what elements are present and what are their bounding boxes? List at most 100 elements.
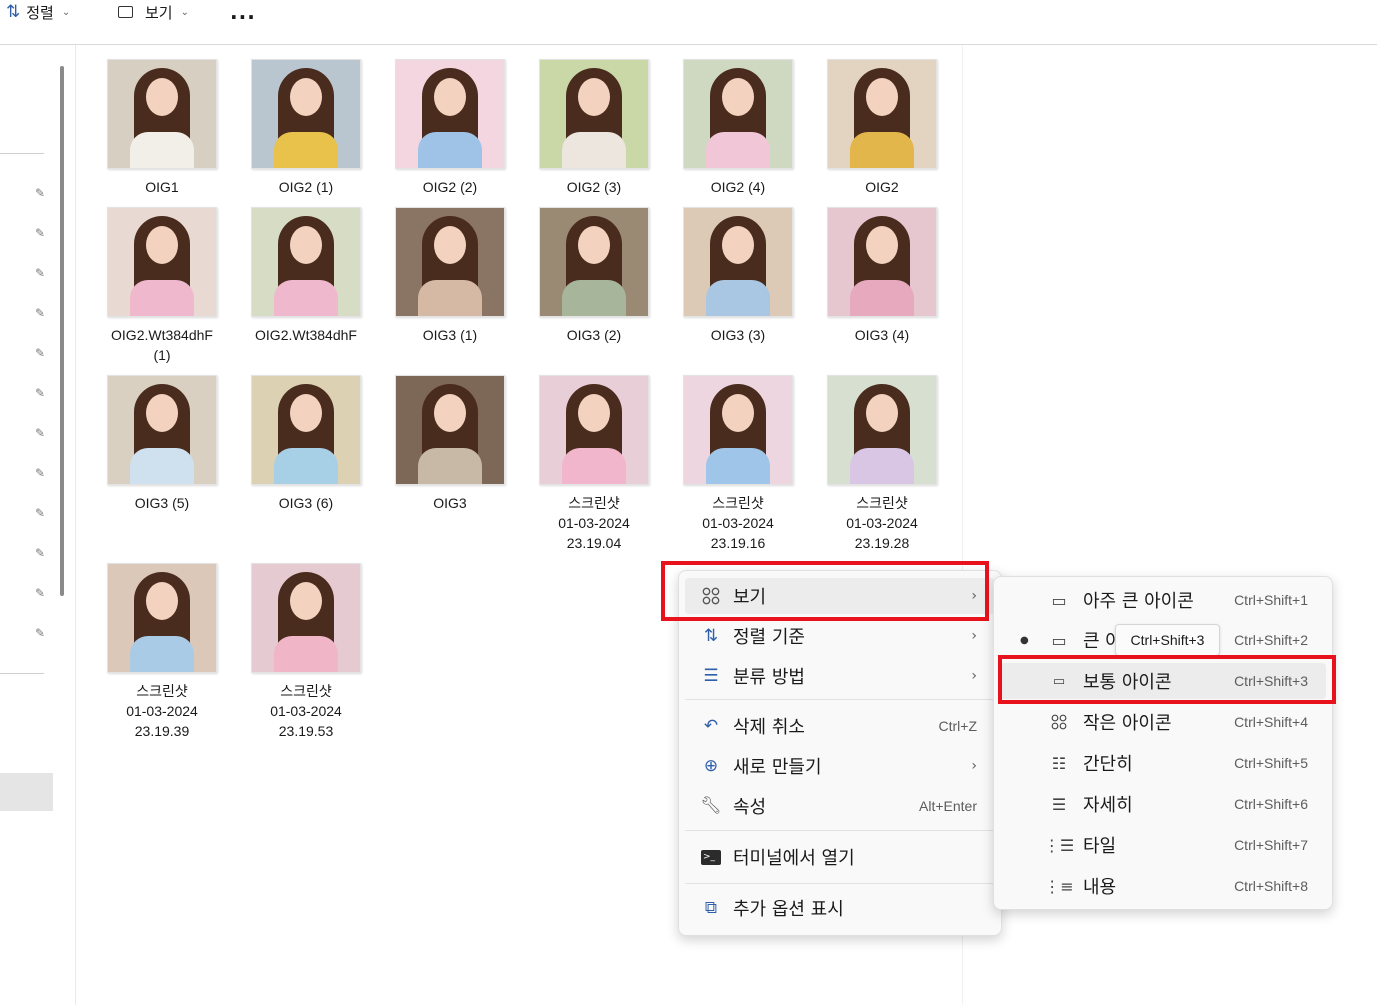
- thumbnail-outfit: [850, 448, 914, 484]
- file-name: OIG2.Wt384dhF (1): [111, 327, 213, 363]
- menu-item-label: 추가 옵션 표시: [733, 899, 844, 920]
- file-name: OIG2 (4): [710, 179, 766, 195]
- submenu-item-label: 타일: [1083, 836, 1117, 857]
- file-item[interactable]: OIG2.Wt384dhF (1): [102, 207, 222, 365]
- file-name: OIG1: [145, 179, 179, 195]
- thumbnail-outfit: [274, 280, 338, 316]
- thumbnail-outfit: [274, 132, 338, 168]
- file-item[interactable]: OIG3 (3): [678, 207, 798, 345]
- menu-divider: [685, 883, 995, 884]
- thumbnail-outfit: [130, 636, 194, 672]
- file-item[interactable]: OIG3 (6): [246, 375, 366, 513]
- menu-item-open-terminal[interactable]: >_ 터미널에서 열기: [685, 839, 995, 875]
- file-item[interactable]: OIG2 (1): [246, 59, 366, 197]
- file-item[interactable]: 스크린샷 01-03-2024 23.19.16: [678, 375, 798, 553]
- nav-divider: [0, 153, 44, 154]
- file-item[interactable]: 스크린샷 01-03-2024 23.19.53: [246, 563, 366, 741]
- pin-icon[interactable]: ✎: [35, 266, 47, 280]
- menu-item-show-more[interactable]: ⧉ 추가 옵션 표시: [685, 890, 995, 926]
- pin-icon[interactable]: ✎: [35, 306, 47, 320]
- file-name: 스크린샷 01-03-2024 23.19.16: [702, 495, 774, 551]
- details-icon: ☰: [1051, 794, 1067, 814]
- thumbnail-outfit: [130, 280, 194, 316]
- file-item[interactable]: OIG2 (3): [534, 59, 654, 197]
- pin-icon[interactable]: ✎: [35, 586, 47, 600]
- file-item[interactable]: OIG3: [390, 375, 510, 513]
- more-options-button[interactable]: ...: [230, 0, 256, 24]
- add-circle-icon: ⊕: [703, 756, 719, 776]
- file-thumbnail: [827, 207, 937, 317]
- submenu-item-details[interactable]: ☰ 자세히 Ctrl+Shift+6: [1000, 786, 1326, 822]
- pin-icon[interactable]: ✎: [35, 546, 47, 560]
- pin-icon[interactable]: ✎: [35, 466, 47, 480]
- submenu-item-small-icons[interactable]: 작은 아이콘 Ctrl+Shift+4: [1000, 704, 1326, 740]
- nav-scrollbar[interactable]: [60, 66, 64, 596]
- submenu-item-extra-large-icons[interactable]: ▭ 아주 큰 아이콘 Ctrl+Shift+1: [1000, 582, 1326, 618]
- nav-selected-item[interactable]: [0, 773, 53, 811]
- pin-icon[interactable]: ✎: [35, 386, 47, 400]
- thumbnail-face: [578, 78, 610, 116]
- menu-item-new[interactable]: ⊕ 새로 만들기 ›: [685, 748, 995, 784]
- file-item[interactable]: OIG3 (2): [534, 207, 654, 345]
- file-thumbnail: [539, 207, 649, 317]
- thumbnail-face: [290, 394, 322, 432]
- submenu-item-tiles[interactable]: ⋮☰ 타일 Ctrl+Shift+7: [1000, 827, 1326, 863]
- pin-icon[interactable]: ✎: [35, 626, 47, 640]
- highlight-box-view: [661, 561, 989, 621]
- file-item[interactable]: 스크린샷 01-03-2024 23.19.04: [534, 375, 654, 553]
- submenu-item-list[interactable]: ☷ 간단히 Ctrl+Shift+5: [1000, 745, 1326, 781]
- menu-item-label: 터미널에서 열기: [733, 848, 855, 869]
- pin-icon[interactable]: ✎: [35, 506, 47, 520]
- navigation-pane: ✎ ✎ ✎ ✎ ✎ ✎ ✎ ✎ ✎ ✎ ✎ ✎: [0, 45, 53, 1005]
- file-thumbnail: [251, 563, 361, 673]
- submenu-item-label: 아주 큰 아이콘: [1083, 591, 1194, 612]
- file-name: 스크린샷 01-03-2024 23.19.39: [126, 683, 198, 739]
- file-item[interactable]: OIG2 (2): [390, 59, 510, 197]
- menu-item-undo[interactable]: ↶ 삭제 취소 Ctrl+Z: [685, 708, 995, 744]
- highlight-box-medium-icons: [998, 655, 1336, 704]
- pin-icon[interactable]: ✎: [35, 186, 47, 200]
- chevron-right-icon: ›: [971, 668, 977, 684]
- file-name: 스크린샷 01-03-2024 23.19.28: [846, 495, 918, 551]
- monitor-icon: ▭: [1051, 630, 1067, 650]
- pin-icon[interactable]: ✎: [35, 346, 47, 360]
- chevron-right-icon: ›: [971, 628, 977, 644]
- file-name: OIG3 (4): [854, 327, 910, 343]
- file-thumbnail: [683, 207, 793, 317]
- menu-item-sort-by[interactable]: ⇅ 정렬 기준 ›: [685, 618, 995, 654]
- file-name: OIG2.Wt384dhF: [255, 327, 357, 343]
- chevron-right-icon: ›: [971, 758, 977, 774]
- undo-icon: ↶: [703, 716, 719, 736]
- sort-button[interactable]: ⇅ 정렬 ⌄: [6, 0, 70, 24]
- file-item[interactable]: OIG3 (1): [390, 207, 510, 345]
- menu-item-properties[interactable]: 🔧︎ 속성 Alt+Enter: [685, 788, 995, 824]
- file-item[interactable]: OIG2: [822, 59, 942, 197]
- thumbnail-outfit: [562, 280, 626, 316]
- command-bar: ⇅ 정렬 ⌄ 보기 ⌄ ...: [0, 0, 1377, 45]
- submenu-item-content[interactable]: ⋮≡ 내용 Ctrl+Shift+8: [1000, 868, 1326, 904]
- file-item[interactable]: 스크린샷 01-03-2024 23.19.39: [102, 563, 222, 741]
- shortcut-tooltip: Ctrl+Shift+3: [1115, 624, 1220, 656]
- file-item[interactable]: OIG3 (5): [102, 375, 222, 513]
- submenu-item-shortcut: Ctrl+Shift+5: [1234, 755, 1308, 771]
- menu-divider: [685, 830, 995, 831]
- file-item[interactable]: OIG2.Wt384dhF: [246, 207, 366, 345]
- pin-icon[interactable]: ✎: [35, 226, 47, 240]
- file-thumbnail: [827, 375, 937, 485]
- submenu-item-shortcut: Ctrl+Shift+8: [1234, 878, 1308, 894]
- thumbnail-outfit: [130, 448, 194, 484]
- file-item[interactable]: OIG2 (4): [678, 59, 798, 197]
- thumbnail-face: [146, 582, 178, 620]
- thumbnail-outfit: [850, 280, 914, 316]
- file-thumbnail: [539, 375, 649, 485]
- menu-item-group-by[interactable]: ☰ 분류 방법 ›: [685, 658, 995, 694]
- file-thumbnail: [251, 59, 361, 169]
- pin-icon[interactable]: ✎: [35, 426, 47, 440]
- view-button[interactable]: 보기 ⌄: [118, 0, 189, 24]
- thumbnail-face: [290, 582, 322, 620]
- file-item[interactable]: OIG1: [102, 59, 222, 197]
- file-thumbnail: [395, 375, 505, 485]
- file-item[interactable]: OIG3 (4): [822, 207, 942, 345]
- submenu-item-shortcut: Ctrl+Shift+6: [1234, 796, 1308, 812]
- file-item[interactable]: 스크린샷 01-03-2024 23.19.28: [822, 375, 942, 553]
